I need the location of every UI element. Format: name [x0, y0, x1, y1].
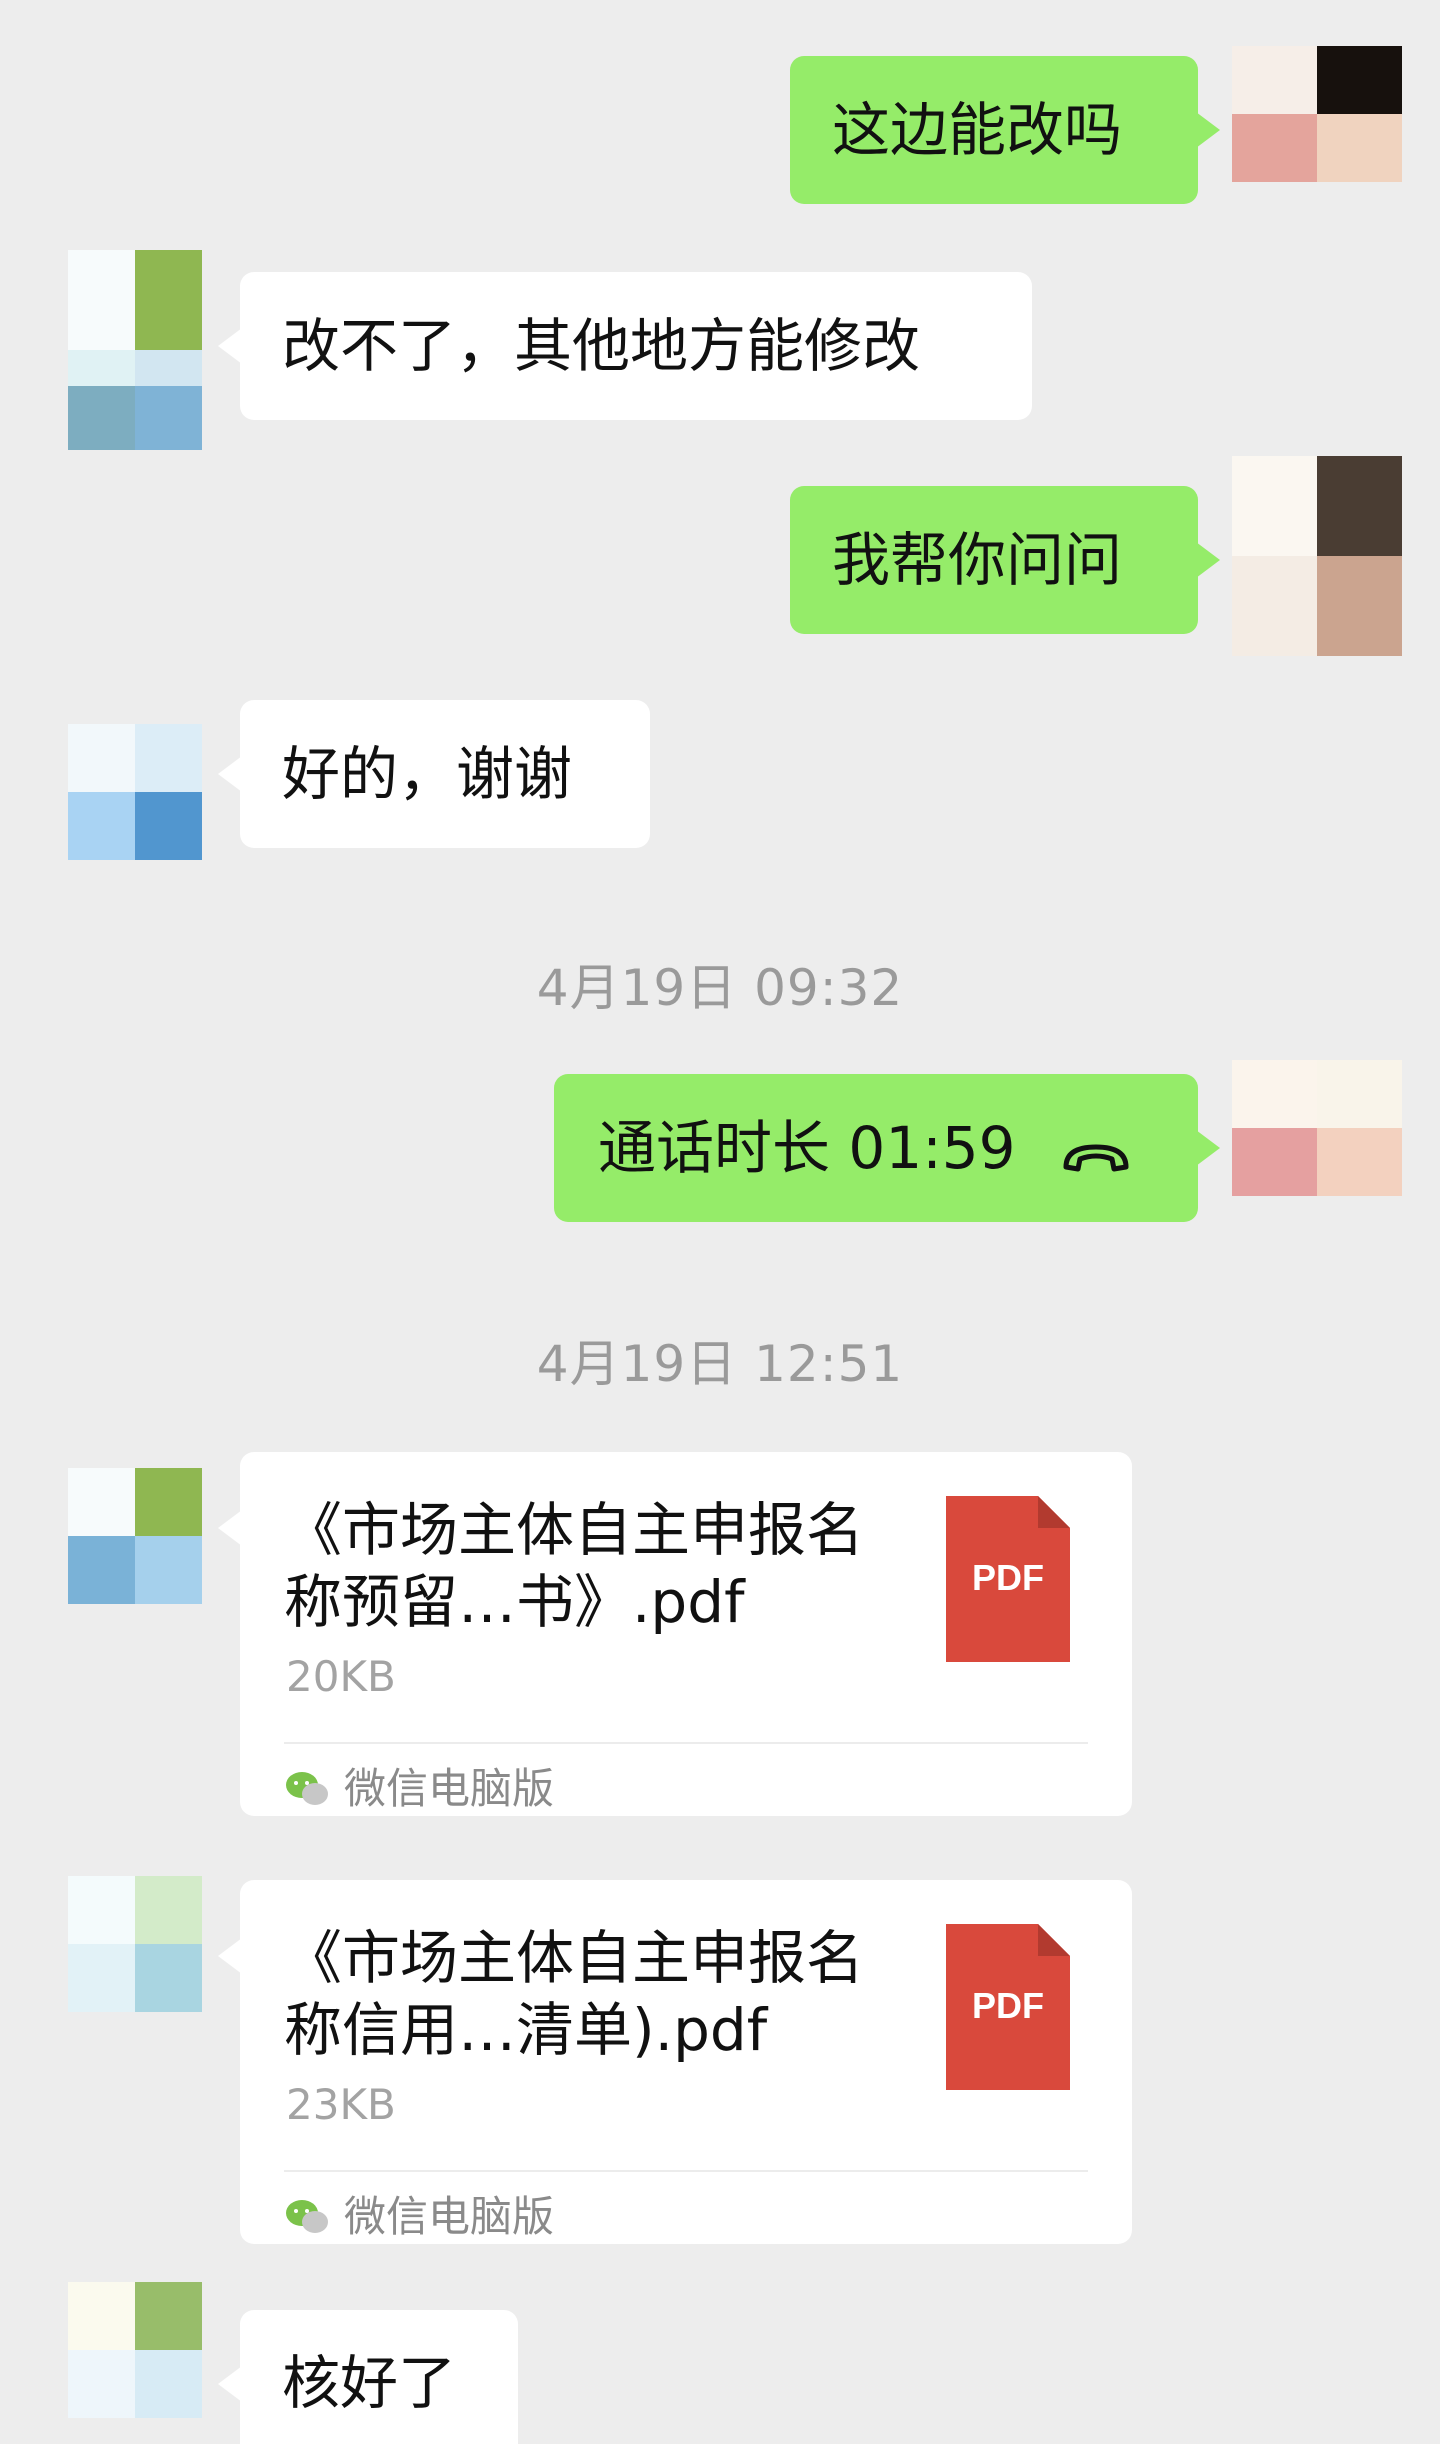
contact-avatar[interactable] [68, 1468, 202, 1604]
pdf-badge: PDF [972, 1985, 1044, 2026]
file-source: 微信电脑版 [284, 2196, 554, 2238]
file-name: 《市场主体自主申报名称预留…书》.pdf [284, 1496, 865, 1636]
file-message-card[interactable]: 《市场主体自主申报名称信用…清单).pdf 23KB PDF 微信电脑版 [218, 1880, 1132, 2244]
divider [284, 1742, 1088, 1744]
message-text: 我帮你问问 [832, 526, 1123, 594]
my-avatar[interactable] [1232, 456, 1402, 656]
file-name: 《市场主体自主申报名称信用…清单).pdf [284, 1924, 865, 2064]
my-avatar[interactable] [1232, 1060, 1402, 1196]
phone-hangup-icon [1060, 1128, 1132, 1172]
message-bubble-incoming[interactable]: 改不了，其他地方能修改 [218, 272, 1032, 420]
divider [284, 2170, 1088, 2172]
message-bubble-outgoing[interactable]: 我帮你问问 [790, 486, 1220, 634]
message-text: 这边能改吗 [832, 96, 1123, 164]
file-size: 23KB [286, 2080, 396, 2129]
timestamp: 4月19日 12:51 [536, 1335, 904, 1393]
wechat-icon [286, 2200, 328, 2233]
message-bubble-incoming[interactable]: 核好了 [218, 2310, 518, 2444]
my-avatar[interactable] [1232, 46, 1402, 182]
file-source-label: 微信电脑版 [344, 1764, 555, 1813]
file-message-card[interactable]: 《市场主体自主申报名称预留…书》.pdf 20KB PDF 微信电脑版 [218, 1452, 1132, 1816]
file-source: 微信电脑版 [284, 1768, 554, 1810]
contact-avatar[interactable] [68, 2282, 202, 2418]
pdf-badge: PDF [972, 1557, 1044, 1598]
call-duration-text: 通话时长 01:59 [598, 1114, 1016, 1182]
wechat-icon [286, 1772, 328, 1805]
contact-avatar-lower [68, 386, 202, 450]
file-source-label: 微信电脑版 [344, 2192, 555, 2241]
message-bubble-incoming[interactable]: 好的，谢谢 [218, 700, 650, 848]
timestamp: 4月19日 09:32 [536, 959, 904, 1017]
message-bubble-outgoing[interactable]: 这边能改吗 [790, 56, 1220, 204]
message-text: 改不了，其他地方能修改 [282, 312, 921, 380]
file-size: 20KB [286, 1652, 396, 1701]
call-record-bubble[interactable]: 通话时长 01:59 [554, 1074, 1220, 1222]
message-text: 核好了 [282, 2349, 457, 2417]
message-text: 好的，谢谢 [282, 740, 573, 808]
contact-avatar[interactable] [68, 1876, 202, 2012]
contact-avatar[interactable] [68, 724, 202, 860]
